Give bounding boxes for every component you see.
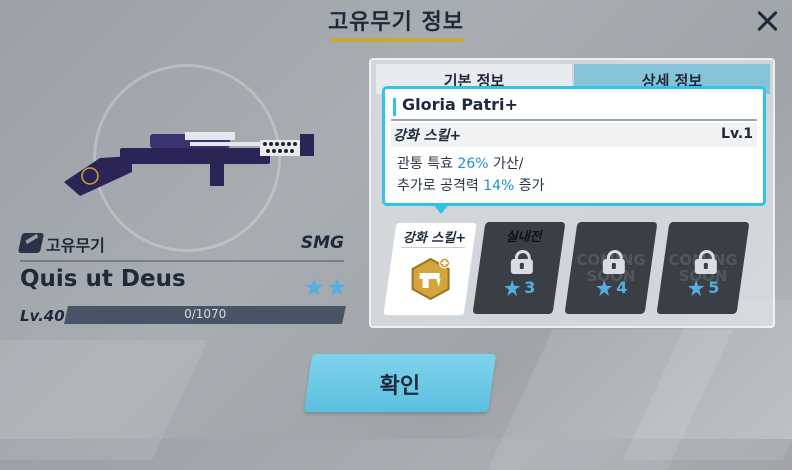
card-title: 실내전 bbox=[505, 230, 542, 245]
skill-card-enhance[interactable]: 강화 스킬+ bbox=[382, 222, 478, 316]
skill-card-coming-soon[interactable]: COMING SOON 4 bbox=[564, 222, 658, 314]
skill-card-indoor[interactable]: 실내전 3 bbox=[472, 222, 566, 314]
tooltip-skill-row: 강화 스킬+ Lv.1 bbox=[391, 123, 757, 147]
desc-text: 가산/ bbox=[488, 156, 524, 172]
card-star-count: 5 bbox=[708, 278, 720, 297]
weapon-type-icon bbox=[17, 233, 45, 253]
desc-highlight: 26% bbox=[457, 156, 489, 172]
tooltip-skill-label: 강화 스킬+ bbox=[393, 128, 462, 144]
card-star-count: 3 bbox=[524, 278, 536, 297]
page-title: 고유무기 정보 bbox=[327, 10, 465, 35]
skill-tooltip: Gloria Patri+ 강화 스킬+ Lv.1 관통 특효 26% 가산/ … bbox=[382, 86, 766, 206]
desc-text: 추가로 공격력 bbox=[397, 178, 484, 194]
exp-text: 0/1070 bbox=[184, 307, 227, 321]
tooltip-title: Gloria Patri+ bbox=[402, 95, 518, 114]
weapon-image bbox=[64, 132, 314, 196]
star-icon bbox=[504, 280, 520, 296]
tooltip-accent bbox=[393, 98, 396, 116]
weapon-name: Quis ut Deus bbox=[20, 266, 186, 292]
card-star-count: 4 bbox=[616, 278, 628, 297]
tooltip-skill-level: Lv.1 bbox=[721, 126, 753, 142]
close-icon[interactable] bbox=[752, 6, 782, 36]
weapon-class: SMG bbox=[300, 233, 344, 253]
lock-icon bbox=[510, 250, 533, 274]
tooltip-description: 관통 특효 26% 가산/ 추가로 공격력 14% 증가 bbox=[397, 153, 545, 197]
star-icon bbox=[596, 280, 612, 296]
lock-icon bbox=[694, 250, 717, 274]
star-icon bbox=[328, 278, 346, 296]
weapon-type-label: 고유무기 bbox=[46, 236, 105, 255]
card-title: 강화 스킬+ bbox=[402, 231, 467, 246]
tooltip-arrow bbox=[432, 203, 450, 214]
gun-skill-icon bbox=[411, 257, 451, 301]
desc-text: 관통 특효 bbox=[397, 156, 458, 172]
desc-text: 증가 bbox=[514, 178, 545, 194]
weapon-level: Lv.40 bbox=[20, 307, 65, 325]
card-divider bbox=[400, 247, 466, 248]
exp-bar: 0/1070 bbox=[64, 306, 346, 324]
weapon-type-row: 고유무기 SMG bbox=[17, 230, 344, 262]
star-icon bbox=[305, 278, 323, 296]
confirm-button[interactable]: 확인 bbox=[303, 354, 497, 412]
desc-highlight: 14% bbox=[483, 178, 515, 194]
tooltip-divider bbox=[391, 119, 757, 121]
weapon-stars bbox=[305, 278, 346, 300]
star-icon bbox=[688, 280, 704, 296]
confirm-label: 확인 bbox=[379, 374, 421, 399]
title-underline bbox=[330, 38, 464, 42]
skill-card-coming-soon[interactable]: COMING SOON 5 bbox=[656, 222, 750, 314]
lock-icon bbox=[602, 250, 625, 274]
